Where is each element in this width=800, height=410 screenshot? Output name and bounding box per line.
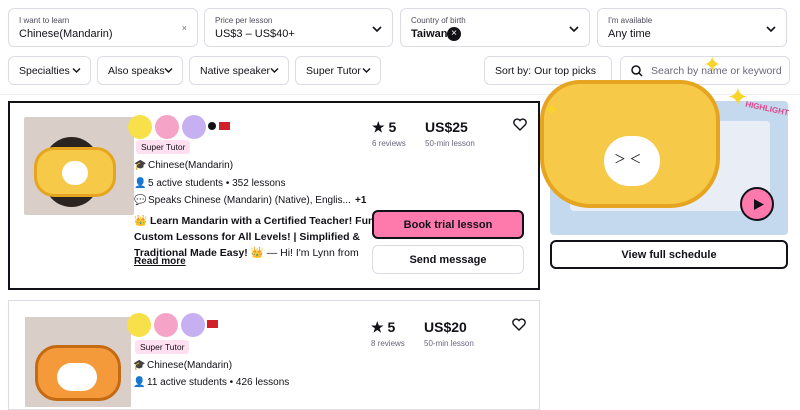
- reviews-count: 8 reviews: [371, 339, 405, 348]
- filter-learn-label: I want to learn: [19, 16, 70, 25]
- chevron-down-icon: [72, 68, 81, 73]
- flower-sticker-icon: [154, 313, 178, 337]
- desc-line-2: Custom Lessons for All Levels! | Simplif…: [134, 231, 361, 243]
- super-tutor-badge: Super Tutor: [135, 340, 190, 354]
- view-schedule-button[interactable]: View full schedule: [550, 240, 788, 269]
- clear-country-icon[interactable]: ×: [447, 27, 461, 41]
- filter-available-label: I'm available: [608, 16, 653, 25]
- flower-sticker-icon: [181, 313, 205, 337]
- flower-sticker-icon: [182, 115, 206, 139]
- pill-native-speaker[interactable]: Native speaker: [189, 56, 289, 85]
- tutor-description: 👑 Learn Mandarin with a Certified Teache…: [134, 213, 377, 261]
- pill-specialties[interactable]: Specialties: [8, 56, 91, 85]
- price-value: US$25: [425, 119, 468, 135]
- tutor-language: Chinese(Mandarin): [147, 360, 233, 371]
- flower-sticker-icon: [128, 115, 152, 139]
- read-more-link[interactable]: Read more: [134, 256, 186, 267]
- hat-icon: 🎓: [134, 160, 147, 171]
- book-trial-button[interactable]: Book trial lesson: [372, 210, 524, 239]
- filter-price-label: Price per lesson: [215, 16, 273, 25]
- search-icon: [631, 65, 643, 77]
- heart-icon[interactable]: [512, 318, 526, 331]
- pill-also-speaks[interactable]: Also speaks: [97, 56, 183, 85]
- rating-number: 5: [387, 319, 396, 335]
- price-value: US$20: [424, 319, 467, 335]
- rating-value: ★ 5: [371, 319, 396, 335]
- lesson-duration: 50-min lesson: [425, 139, 475, 148]
- verified-icon: [208, 122, 216, 130]
- reviews-count: 6 reviews: [372, 139, 406, 148]
- filter-learn-value: Chinese(Mandarin): [19, 28, 113, 40]
- desc-line-3b: — Hi! I'm Lynn from: [266, 247, 359, 259]
- rating-value: ★ 5: [372, 119, 397, 135]
- crown-icon: 👑: [250, 247, 264, 259]
- tutor-students: 5 active students • 352 lessons: [148, 178, 286, 189]
- taiwan-flag-icon: [207, 320, 218, 328]
- rating-number: 5: [388, 119, 397, 135]
- flower-sticker-icon: [155, 115, 179, 139]
- cat-eyes-icon: ＞ ＜: [614, 152, 642, 166]
- filter-country-value: Taiwan: [411, 28, 448, 40]
- pill-native-label: Native speaker: [200, 64, 271, 77]
- pill-super-tutor[interactable]: Super Tutor: [295, 56, 381, 85]
- taiwan-flag-icon: [219, 122, 230, 130]
- tutor-language: Chinese(Mandarin): [148, 160, 234, 171]
- avatar[interactable]: [24, 117, 134, 215]
- filter-available-value: Any time: [608, 28, 651, 40]
- pill-super-tutor-label: Super Tutor: [306, 64, 361, 77]
- heart-icon[interactable]: [513, 118, 527, 131]
- pill-also-speaks-label: Also speaks: [108, 64, 165, 77]
- filter-country[interactable]: Country of birth Taiwan ×: [400, 8, 590, 47]
- cat-sticker-icon: ＞ ＜: [540, 80, 720, 208]
- tutor-speaks: Speaks Chinese (Mandarin) (Native), Engl…: [148, 195, 351, 206]
- clear-icon[interactable]: ×: [182, 23, 187, 33]
- play-icon: [754, 199, 764, 210]
- avatar[interactable]: [25, 317, 131, 407]
- chevron-down-icon: [372, 26, 382, 33]
- chevron-down-icon: [766, 26, 776, 33]
- tiger-face: [57, 363, 97, 391]
- filter-available[interactable]: I'm available Any time: [597, 8, 787, 47]
- crown-icon: 👑: [134, 215, 148, 227]
- filter-country-label: Country of birth: [411, 16, 466, 25]
- chevron-down-icon: [569, 26, 579, 33]
- chevron-down-icon: [164, 68, 173, 73]
- super-tutor-badge: Super Tutor: [136, 140, 191, 154]
- sort-label: Sort by: Our top picks: [495, 64, 596, 77]
- filter-price[interactable]: Price per lesson US$3 – US$40+: [204, 8, 393, 47]
- sparkle-icon: ✦: [544, 100, 560, 120]
- chevron-down-icon: [270, 68, 279, 73]
- play-button[interactable]: [740, 187, 774, 221]
- filter-price-value: US$3 – US$40+: [215, 28, 295, 40]
- hat-icon: 🎓: [133, 360, 146, 371]
- lesson-duration: 50-min lesson: [424, 339, 474, 348]
- chevron-down-icon: [362, 68, 371, 73]
- tutor-card[interactable]: Super Tutor 🎓 Chinese(Mandarin) 👤 11 act…: [8, 300, 540, 410]
- pill-specialties-label: Specialties: [19, 64, 70, 77]
- chat-icon: 💬: [134, 195, 147, 206]
- sparkle-icon: ✦: [703, 52, 722, 77]
- send-message-button[interactable]: Send message: [372, 245, 524, 274]
- flower-sticker-icon: [127, 313, 151, 337]
- tutor-card[interactable]: Super Tutor 🎓 Chinese(Mandarin) 👤 5 acti…: [8, 101, 540, 290]
- person-icon: 👤: [134, 178, 147, 189]
- cat-face: [62, 161, 88, 185]
- speaks-more[interactable]: +1: [355, 195, 366, 206]
- tutor-students: 11 active students • 426 lessons: [147, 377, 290, 388]
- filter-learn[interactable]: I want to learn Chinese(Mandarin) ×: [8, 8, 198, 47]
- desc-line-1: Learn Mandarin with a Certified Teacher!…: [150, 215, 378, 227]
- person-icon: 👤: [133, 377, 146, 388]
